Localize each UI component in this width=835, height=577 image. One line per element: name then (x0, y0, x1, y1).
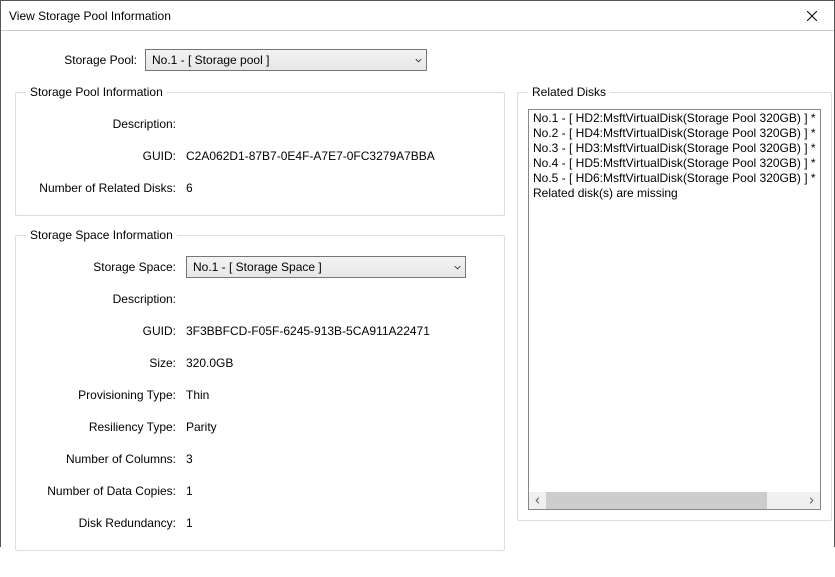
list-item[interactable]: No.5 - [ HD6:MsftVirtualDisk(Storage Poo… (531, 171, 818, 186)
columns: Storage Pool Information Description: GU… (15, 85, 820, 563)
scroll-left-button[interactable] (529, 492, 546, 509)
dialog-body: Storage Pool: No.1 - [ Storage pool ] St… (1, 31, 834, 577)
chevron-right-icon (808, 497, 815, 504)
related-disks-listbox[interactable]: No.1 - [ HD2:MsftVirtualDisk(Storage Poo… (528, 109, 821, 510)
titlebar: View Storage Pool Information (1, 1, 834, 31)
pool-guid-label: GUID: (26, 149, 186, 163)
pool-numdisks-label: Number of Related Disks: (26, 181, 186, 195)
scroll-track[interactable] (546, 492, 803, 509)
pool-description-label: Description: (26, 117, 186, 131)
horizontal-scrollbar[interactable] (529, 492, 820, 509)
dialog-window: View Storage Pool Information Storage Po… (0, 0, 835, 547)
space-description-label: Description: (26, 292, 186, 306)
scroll-thumb[interactable] (546, 492, 767, 509)
storage-space-select-value: No.1 - [ Storage Space ] (193, 260, 322, 274)
list-item[interactable]: No.3 - [ HD3:MsftVirtualDisk(Storage Poo… (531, 141, 818, 156)
space-guid-label: GUID: (26, 324, 186, 338)
storage-pool-label: Storage Pool: (15, 53, 145, 67)
pool-numdisks-value: 6 (186, 181, 494, 195)
space-info-legend: Storage Space Information (26, 228, 177, 242)
related-disks-group: Related Disks No.1 - [ HD2:MsftVirtualDi… (517, 85, 832, 521)
window-title: View Storage Pool Information (9, 9, 171, 23)
chevron-down-icon (415, 57, 422, 64)
storage-space-select[interactable]: No.1 - [ Storage Space ] (186, 256, 466, 278)
space-size-label: Size: (26, 356, 186, 370)
close-icon (807, 11, 817, 21)
list-item[interactable]: No.2 - [ HD4:MsftVirtualDisk(Storage Poo… (531, 126, 818, 141)
space-guid-value: 3F3BBFCD-F05F-6245-913B-5CA911A22471 (186, 324, 494, 338)
right-column: Related Disks No.1 - [ HD2:MsftVirtualDi… (517, 85, 832, 563)
storage-pool-row: Storage Pool: No.1 - [ Storage pool ] (15, 49, 820, 71)
space-select-label: Storage Space: (26, 260, 186, 274)
list-item[interactable]: No.1 - [ HD2:MsftVirtualDisk(Storage Poo… (531, 111, 818, 126)
space-cols-value: 3 (186, 452, 494, 466)
space-copies-value: 1 (186, 484, 494, 498)
space-resil-value: Parity (186, 420, 494, 434)
storage-pool-select-value: No.1 - [ Storage pool ] (152, 53, 269, 67)
related-disks-legend: Related Disks (528, 85, 610, 99)
space-cols-label: Number of Columns: (26, 452, 186, 466)
list-item[interactable]: Related disk(s) are missing (531, 186, 818, 201)
space-prov-value: Thin (186, 388, 494, 402)
space-prov-label: Provisioning Type: (26, 388, 186, 402)
space-copies-label: Number of Data Copies: (26, 484, 186, 498)
chevron-left-icon (534, 497, 541, 504)
space-resil-label: Resiliency Type: (26, 420, 186, 434)
pool-info-legend: Storage Pool Information (26, 85, 167, 99)
pool-info-group: Storage Pool Information Description: GU… (15, 85, 505, 216)
chevron-down-icon (454, 264, 461, 271)
related-disks-items: No.1 - [ HD2:MsftVirtualDisk(Storage Poo… (531, 111, 818, 201)
storage-pool-select[interactable]: No.1 - [ Storage pool ] (145, 49, 427, 71)
space-size-value: 320.0GB (186, 356, 494, 370)
left-column: Storage Pool Information Description: GU… (15, 85, 505, 563)
space-info-group: Storage Space Information Storage Space:… (15, 228, 505, 551)
scroll-right-button[interactable] (803, 492, 820, 509)
space-redund-value: 1 (186, 516, 494, 530)
close-button[interactable] (789, 1, 834, 30)
pool-guid-value: C2A062D1-87B7-0E4F-A7E7-0FC3279A7BBA (186, 149, 494, 163)
list-item[interactable]: No.4 - [ HD5:MsftVirtualDisk(Storage Poo… (531, 156, 818, 171)
space-redund-label: Disk Redundancy: (26, 516, 186, 530)
